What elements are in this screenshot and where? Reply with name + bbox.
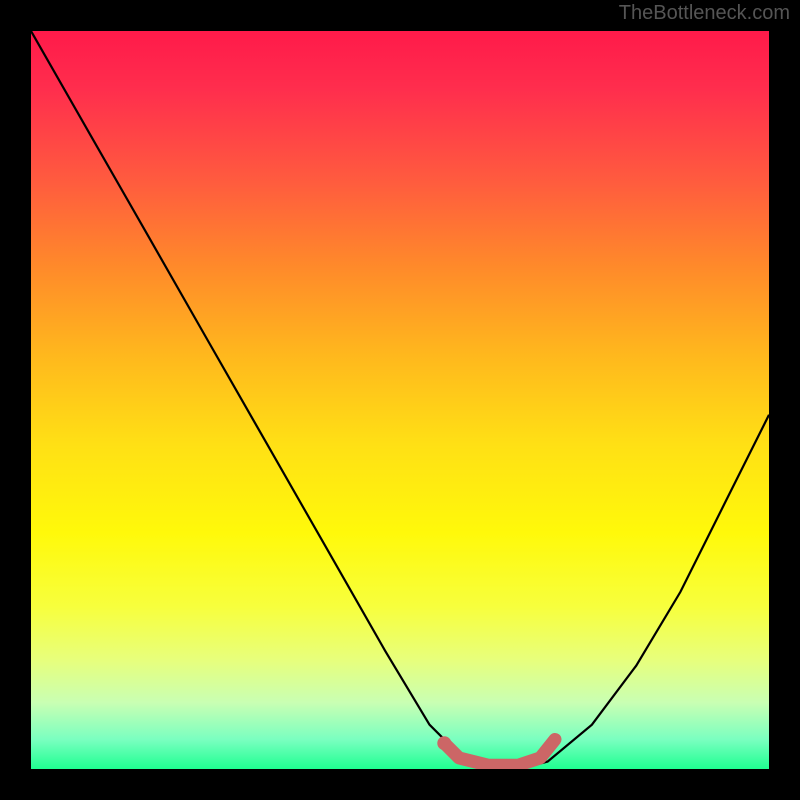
sweet-spot-highlight: [444, 740, 555, 766]
bottleneck-curve-line: [31, 31, 769, 769]
sweet-spot-dot: [437, 736, 451, 750]
watermark-text: TheBottleneck.com: [619, 2, 790, 25]
chart-svg: [31, 31, 769, 769]
plot-area: [31, 31, 769, 769]
